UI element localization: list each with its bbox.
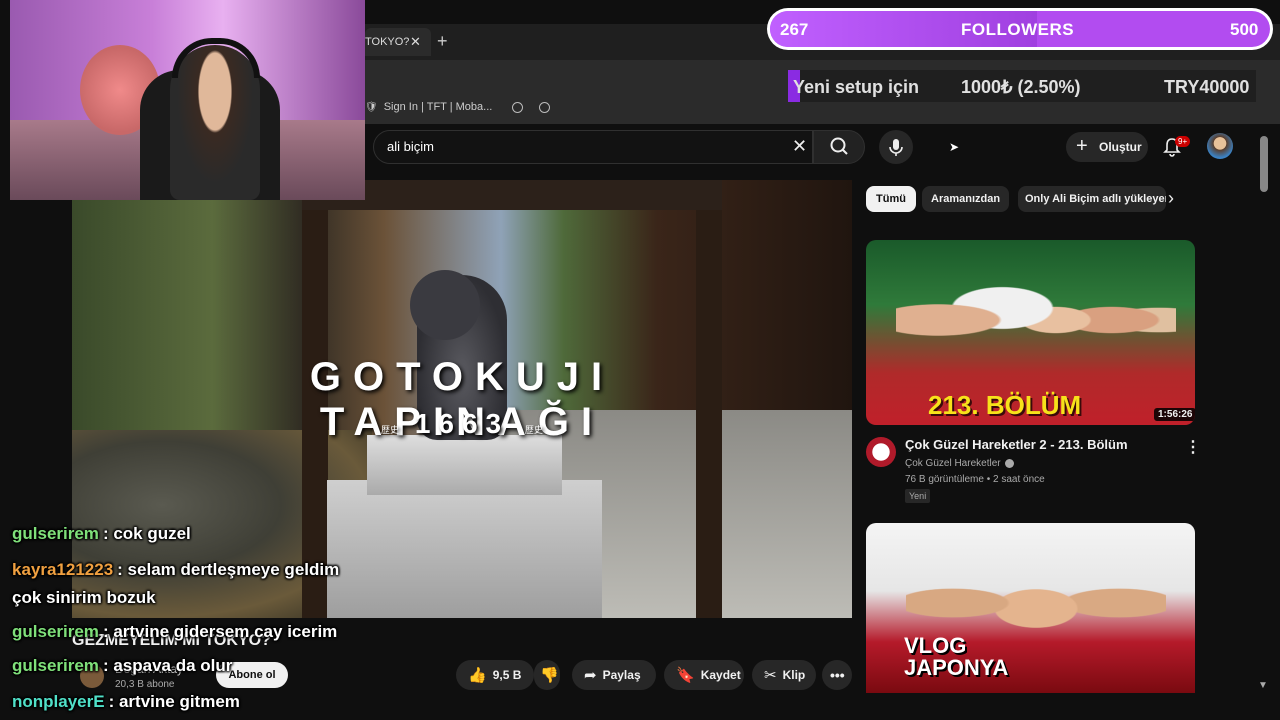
search-button[interactable] — [813, 130, 865, 164]
video-lucky-cat-head — [410, 270, 480, 340]
notification-badge: 9+ — [1175, 136, 1191, 147]
new-badge: Yeni — [905, 489, 931, 503]
donation-goal-label: Yeni setup için — [793, 77, 920, 97]
chevron-right-icon[interactable]: › — [1168, 188, 1174, 209]
search-icon — [830, 137, 848, 155]
chat-message: çok sinirim bozuk — [12, 588, 156, 608]
thumbnail-text: 213. BÖLÜM — [928, 390, 1082, 420]
share-label: Paylaş — [602, 668, 641, 682]
chat-text: : aspava da olur — [102, 656, 233, 675]
new-tab-button[interactable]: + — [437, 31, 448, 52]
recommendation-thumbnail[interactable]: 213. BÖLÜM 1:56:26 — [866, 240, 1195, 425]
followers-goal: 500 — [1230, 20, 1259, 39]
bookmark-item[interactable]: 🛡 Sign In | TFT | Moba... — [365, 101, 551, 113]
subscriber-count: 20,3 B abone — [115, 679, 175, 690]
chat-text: : selam dertleşmeye geldim — [117, 560, 340, 579]
verified-check-icon — [1004, 458, 1014, 468]
scissors-icon: ✂ — [764, 667, 777, 684]
video-overlay-year: 歴史 1663 歴史 — [192, 408, 732, 440]
video-gate-roof — [302, 180, 722, 210]
followers-current: 267 — [780, 20, 809, 39]
plus-icon: + — [1076, 135, 1088, 157]
globe-icon[interactable] — [512, 101, 524, 113]
chat-message: gulserirem: artvine gidersem cay icerim — [12, 622, 337, 642]
more-vertical-icon[interactable]: ⋮ — [1185, 437, 1201, 457]
channel-name: Çok Güzel Hareketler — [905, 458, 1001, 469]
share-button[interactable]: ➦ Paylaş — [572, 660, 656, 690]
upload-age: 2 saat önce — [993, 474, 1045, 485]
scroll-down-icon[interactable]: ▼ — [1258, 680, 1268, 691]
chat-message: gulserirem: aspava da olur — [12, 656, 232, 676]
create-label: Oluştur — [1099, 140, 1142, 154]
thumbnail-faces — [896, 260, 1176, 380]
scrollbar-thumb[interactable] — [1260, 136, 1268, 192]
like-button[interactable]: 👍 9,5 B — [456, 660, 534, 690]
bookmark-label: Sign In | TFT | Moba... — [383, 101, 493, 113]
thumbs-up-icon: 👍 — [468, 667, 487, 684]
chip-all[interactable]: Tümü — [866, 186, 916, 212]
clear-search-icon[interactable]: ✕ — [792, 136, 807, 157]
chip-from-search[interactable]: Aramanızdan — [922, 186, 1010, 212]
chat-username: nonplayerE — [12, 692, 105, 711]
video-stone-plinth — [327, 480, 602, 618]
save-button[interactable]: 🔖 Kaydet — [664, 660, 744, 690]
voice-search-button[interactable] — [879, 130, 913, 164]
recommendation-channel[interactable]: Çok Güzel Hareketler — [905, 458, 1014, 469]
tab-close-icon[interactable]: ✕ — [410, 34, 421, 50]
chat-text: : artvine gitmem — [108, 692, 240, 711]
channel-avatar[interactable] — [866, 437, 896, 467]
recommendation-thumbnail[interactable]: VLOG JAPONYA — [866, 523, 1195, 693]
chat-message: gulserirem: cok guzel — [12, 524, 191, 544]
clip-label: Klip — [782, 668, 806, 682]
like-count: 9,5 B — [492, 668, 522, 682]
account-avatar[interactable] — [1207, 133, 1233, 159]
chat-username: gulserirem — [12, 622, 99, 641]
kanji-right: 歴史 — [524, 425, 543, 435]
chat-text: çok sinirim bozuk — [12, 588, 156, 607]
chat-username: kayra121223 — [12, 560, 114, 579]
dislike-button[interactable]: 👎 — [534, 660, 560, 690]
search-query: ali biçim — [387, 139, 434, 154]
microphone-icon — [889, 139, 903, 156]
clip-button[interactable]: ✂ Klip — [752, 660, 816, 690]
chat-message: kayra121223: selam dertleşmeye geldim — [12, 560, 339, 580]
video-duration: 1:56:26 — [1154, 408, 1195, 421]
chat-username: gulserirem — [12, 656, 99, 675]
thumbnail-text: VLOG JAPONYA — [904, 633, 1009, 680]
browser-tab[interactable]: TOKYO? ✕ — [365, 28, 431, 56]
chat-username: gulserirem — [12, 524, 99, 543]
chat-message: nonplayerE: artvine gitmem — [12, 692, 240, 712]
chat-text: : artvine gidersem cay icerim — [102, 622, 338, 641]
thumbs-down-icon: 👎 — [540, 667, 559, 684]
bookmark-icon: 🔖 — [676, 667, 695, 684]
chat-text: : cok guzel — [102, 524, 191, 543]
tab-title: TOKYO? — [365, 36, 410, 48]
video-player[interactable]: GOTOKUJI TAPINAĞI 歴史 1663 歴史 — [72, 180, 852, 618]
webcam-headset — [172, 38, 260, 78]
donation-goal: TRY40000 — [1164, 77, 1250, 97]
chip-uploader[interactable]: Only Ali Biçim adlı yükleyen — [1018, 186, 1166, 212]
recommendation-meta: 76 B görüntüleme • 2 saat önce — [905, 474, 1045, 485]
save-label: Kaydet — [700, 668, 741, 682]
more-horizontal-icon: ••• — [830, 667, 845, 683]
donation-amount: 1000₺ (2.50%) — [961, 77, 1081, 97]
globe-icon[interactable] — [539, 101, 551, 113]
search-input[interactable] — [373, 130, 813, 164]
mouse-cursor-icon: ➤ — [949, 140, 960, 154]
year-text: 1663 — [414, 408, 510, 439]
bookmark-favicon-icon: 🛡 — [365, 101, 378, 113]
followers-label: FOLLOWERS — [961, 20, 1075, 39]
share-icon: ➦ — [584, 667, 597, 684]
more-actions-button[interactable]: ••• — [822, 660, 852, 690]
create-button[interactable]: + Oluştur — [1066, 132, 1148, 162]
recommendation-title[interactable]: Çok Güzel Hareketler 2 - 213. Bölüm — [905, 437, 1128, 452]
kanji-left: 歴史 — [381, 425, 400, 435]
webcam-feed — [10, 0, 365, 200]
view-count: 76 B görüntüleme — [905, 474, 984, 485]
